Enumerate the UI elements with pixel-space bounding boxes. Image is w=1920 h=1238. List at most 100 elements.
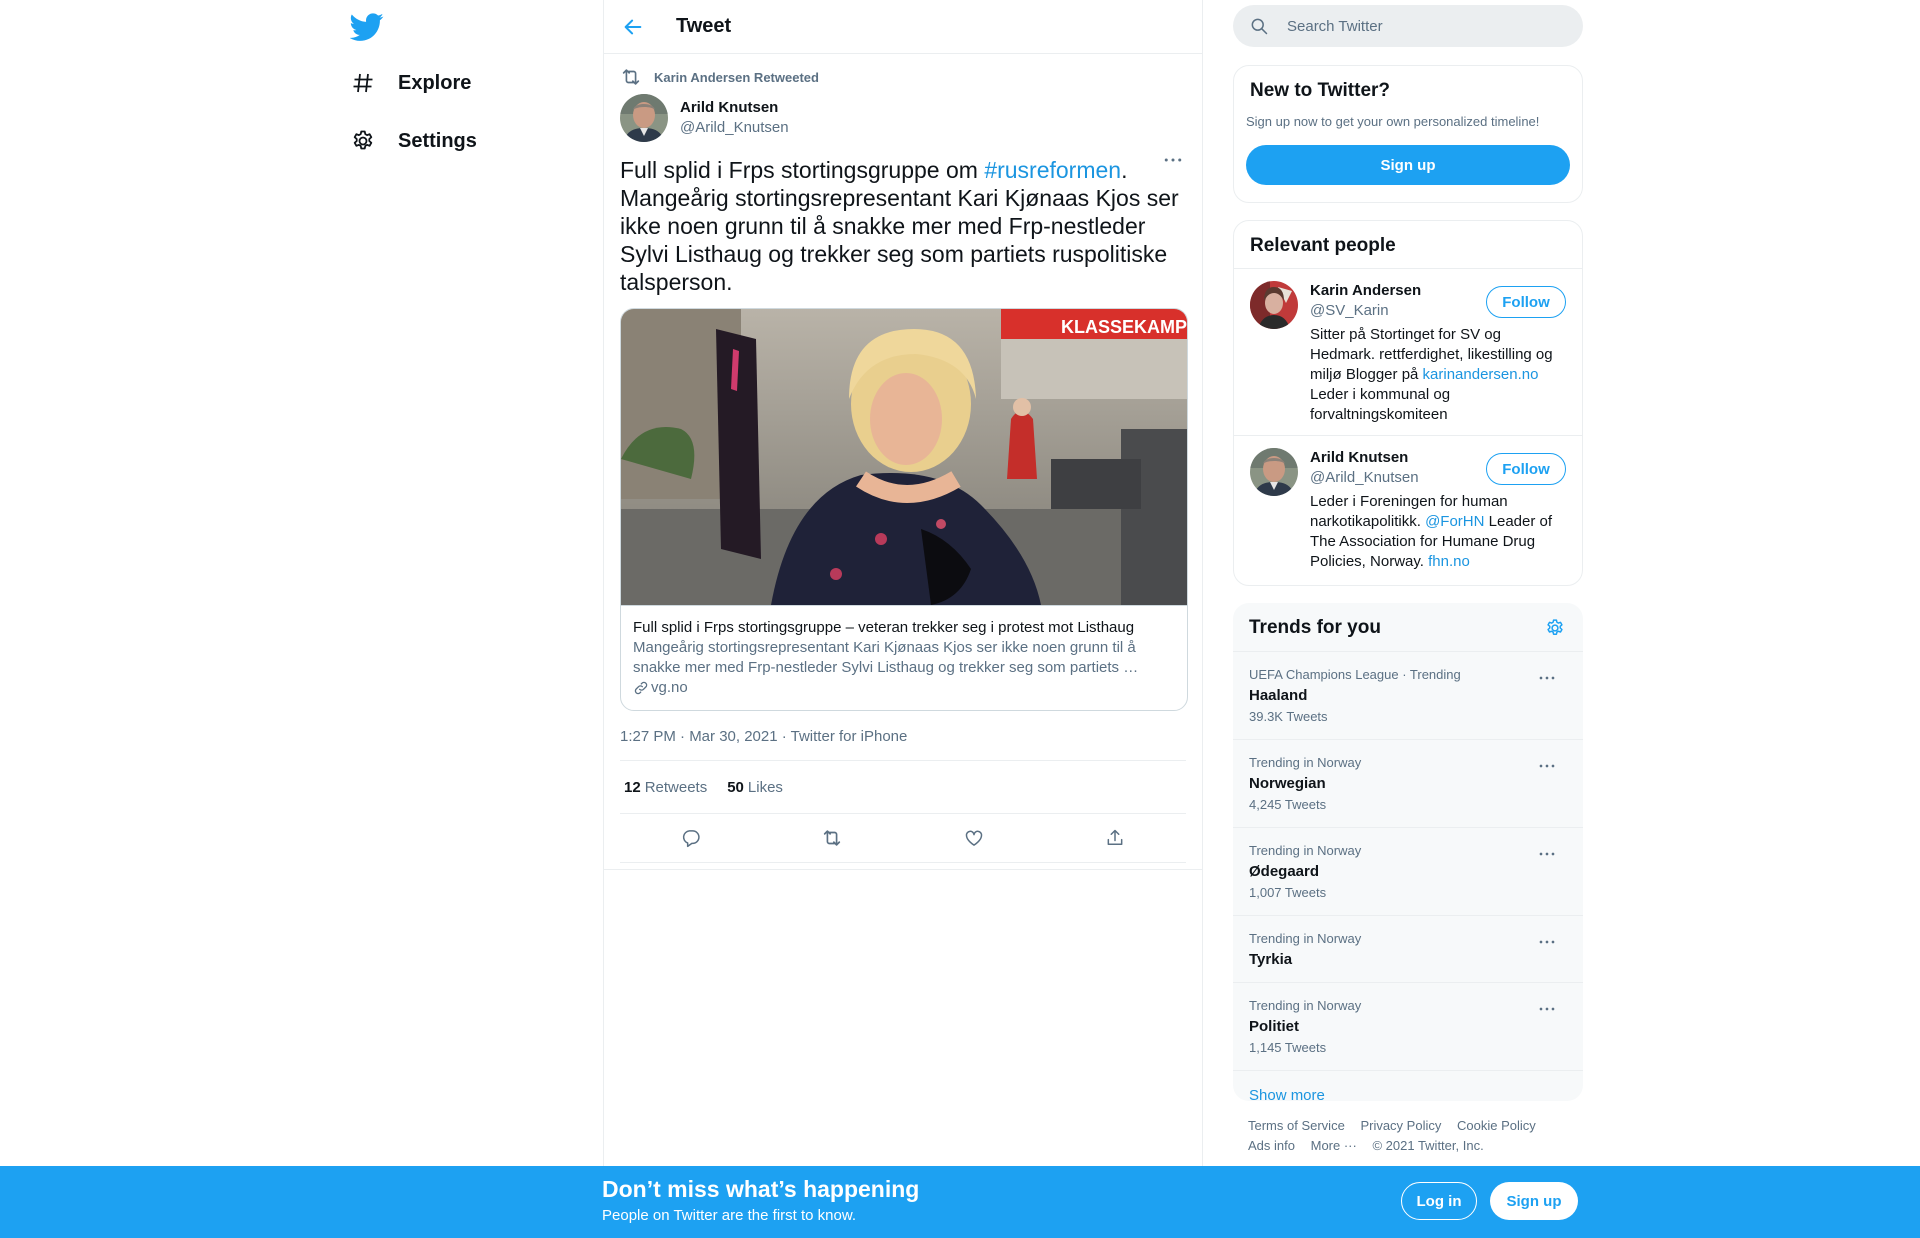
bio-link[interactable]: karinandersen.no bbox=[1423, 366, 1539, 383]
trend-name: Politiet bbox=[1249, 1018, 1300, 1035]
retweets-label: Retweets bbox=[644, 778, 708, 796]
search-icon bbox=[1249, 16, 1269, 36]
card-domain: vg.no bbox=[633, 678, 1175, 698]
trend-meta: Trending in Norway bbox=[1249, 843, 1362, 858]
trend-name: Ødegaard bbox=[1249, 863, 1320, 880]
trend-name: Tyrkia bbox=[1249, 951, 1293, 968]
show-more-link[interactable]: Show more bbox=[1233, 1071, 1583, 1101]
card-domain-text: vg.no bbox=[651, 679, 688, 696]
back-button[interactable] bbox=[616, 10, 650, 44]
tweet-stats: 12 Retweets 50 Likes bbox=[620, 761, 1186, 814]
banner-text: KLASSEKAMPEN bbox=[1061, 317, 1187, 337]
heart-icon bbox=[965, 830, 982, 846]
likes-label: Likes bbox=[747, 778, 783, 796]
avatar[interactable] bbox=[1250, 448, 1298, 496]
author-handle[interactable]: @Arild_Knutsen bbox=[680, 118, 789, 138]
more-options-icon[interactable] bbox=[1539, 930, 1559, 944]
follow-button[interactable]: Follow bbox=[1486, 286, 1566, 318]
trend-item[interactable]: Trending in Norway Tyrkia bbox=[1233, 916, 1583, 983]
copyright: © 2021 Twitter, Inc. bbox=[1372, 1138, 1484, 1153]
trend-name: Haaland bbox=[1249, 687, 1308, 704]
more-options-icon[interactable] bbox=[1539, 842, 1559, 856]
follow-button[interactable]: Follow bbox=[1486, 453, 1566, 485]
trends-box: Trends for you UEFA Champions League · T… bbox=[1233, 603, 1583, 1101]
tweet-text: Full splid i Frps stortingsgruppe om #ru… bbox=[620, 156, 1186, 296]
signup-button[interactable]: Sign up bbox=[1490, 1182, 1578, 1220]
footer-link[interactable]: Privacy Policy bbox=[1360, 1118, 1441, 1133]
trend-meta: Trending in Norway bbox=[1249, 931, 1362, 946]
new-to-twitter-title: New to Twitter? bbox=[1250, 80, 1391, 101]
new-to-twitter-box: New to Twitter? Sign up now to get your … bbox=[1233, 65, 1583, 203]
link-icon bbox=[633, 680, 649, 696]
retweet-icon bbox=[620, 66, 642, 88]
likes-count: 50 bbox=[727, 778, 744, 796]
tweet-header: Tweet bbox=[604, 0, 1202, 54]
gear-icon bbox=[350, 128, 376, 154]
trend-count: 1,145 Tweets bbox=[1249, 1040, 1327, 1055]
nav-explore[interactable]: Explore bbox=[350, 59, 471, 107]
trend-item[interactable]: Trending in Norway Politiet 1,145 Tweets bbox=[1233, 983, 1583, 1071]
more-options-icon[interactable] bbox=[1160, 150, 1186, 170]
login-button[interactable]: Log in bbox=[1401, 1182, 1477, 1220]
trend-name: Norwegian bbox=[1249, 775, 1326, 792]
avatar[interactable] bbox=[1250, 281, 1298, 329]
retweets-count: 12 bbox=[624, 778, 641, 796]
card-body: Full splid i Frps stortingsgruppe – vete… bbox=[621, 605, 1187, 710]
hashtag-link[interactable]: #rusreformen bbox=[984, 157, 1121, 183]
like-button[interactable] bbox=[957, 821, 991, 855]
more-options-icon[interactable] bbox=[1539, 754, 1559, 768]
footer-link[interactable]: More ··· bbox=[1311, 1138, 1357, 1153]
trend-count: 39.3K Tweets bbox=[1249, 709, 1328, 724]
trends-title: Trends for you bbox=[1249, 617, 1381, 638]
gear-icon[interactable] bbox=[1545, 618, 1567, 640]
share-icon bbox=[1107, 829, 1123, 845]
nav-settings[interactable]: Settings bbox=[350, 117, 477, 165]
avatar[interactable] bbox=[620, 94, 668, 142]
twitter-bird-icon[interactable] bbox=[349, 10, 384, 44]
trend-item[interactable]: Trending in Norway Norwegian 4,245 Tweet… bbox=[1233, 740, 1583, 828]
trend-item[interactable]: UEFA Champions League · Trending Haaland… bbox=[1233, 652, 1583, 740]
retweet-icon bbox=[824, 830, 841, 846]
person-card[interactable]: Karin Andersen @SV_Karin Sitter på Stort… bbox=[1234, 269, 1582, 436]
trend-count: 1,007 Tweets bbox=[1249, 885, 1327, 900]
more-options-icon[interactable] bbox=[1539, 997, 1559, 1011]
search-input[interactable] bbox=[1287, 17, 1557, 35]
card-description: Mangeårig stortingsrepresentant Kari Kjø… bbox=[633, 639, 1139, 676]
main-column: Tweet Karin Andersen Retweeted Arild Knu… bbox=[603, 0, 1203, 1238]
reply-button[interactable] bbox=[674, 821, 708, 855]
trend-meta: UEFA Champions League · Trending bbox=[1249, 667, 1461, 682]
banner-subtitle: People on Twitter are the first to know. bbox=[602, 1207, 857, 1224]
relevant-people-title: Relevant people bbox=[1234, 221, 1582, 269]
banner-title: Don’t miss what’s happening bbox=[602, 1176, 920, 1202]
person-card[interactable]: Arild Knutsen @Arild_Knutsen Leder i For… bbox=[1234, 436, 1582, 582]
signup-banner: Don’t miss what’s happening People on Tw… bbox=[0, 1166, 1920, 1238]
likes-stat[interactable]: 50 Likes bbox=[727, 779, 783, 796]
more-options-icon[interactable] bbox=[1539, 666, 1559, 680]
footer-link[interactable]: Ads info bbox=[1248, 1138, 1295, 1153]
footer: Terms of Service Privacy Policy Cookie P… bbox=[1248, 1116, 1578, 1156]
trend-meta: Trending in Norway bbox=[1249, 998, 1362, 1013]
tweet-author: Arild Knutsen @Arild_Knutsen bbox=[620, 94, 1186, 156]
tweet-timestamp[interactable]: 1:27 PM · Mar 30, 2021 · Twitter for iPh… bbox=[620, 727, 1186, 761]
arrow-left-icon bbox=[624, 19, 642, 34]
bio-link[interactable]: fhn.no bbox=[1428, 553, 1470, 570]
retweets-stat[interactable]: 12 Retweets bbox=[624, 779, 707, 796]
footer-link[interactable]: Cookie Policy bbox=[1457, 1118, 1536, 1133]
person-bio: Sitter på Stortinget for SV og Hedmark. … bbox=[1310, 325, 1555, 425]
search-bar[interactable] bbox=[1233, 5, 1583, 47]
retweeted-by-text: Karin Andersen Retweeted bbox=[654, 69, 819, 85]
nav-explore-label: Explore bbox=[398, 71, 472, 94]
share-button[interactable] bbox=[1098, 821, 1132, 855]
trend-count: 4,245 Tweets bbox=[1249, 797, 1327, 812]
retweet-button[interactable] bbox=[815, 821, 849, 855]
signup-button[interactable]: Sign up bbox=[1246, 145, 1570, 185]
author-name[interactable]: Arild Knutsen bbox=[680, 98, 789, 118]
trend-item[interactable]: Trending in Norway Ødegaard 1,007 Tweets bbox=[1233, 828, 1583, 916]
reply-icon bbox=[682, 830, 700, 848]
retweet-context[interactable]: Karin Andersen Retweeted bbox=[620, 54, 1186, 94]
card-title: Full splid i Frps stortingsgruppe – vete… bbox=[633, 619, 1135, 636]
footer-link[interactable]: Terms of Service bbox=[1248, 1118, 1345, 1133]
link-card[interactable]: KLASSEKAMPEN bbox=[620, 308, 1188, 711]
bio-link[interactable]: @ForHN bbox=[1425, 513, 1484, 530]
relevant-people-box: Relevant people Karin Andersen @SV_Karin… bbox=[1233, 220, 1583, 586]
